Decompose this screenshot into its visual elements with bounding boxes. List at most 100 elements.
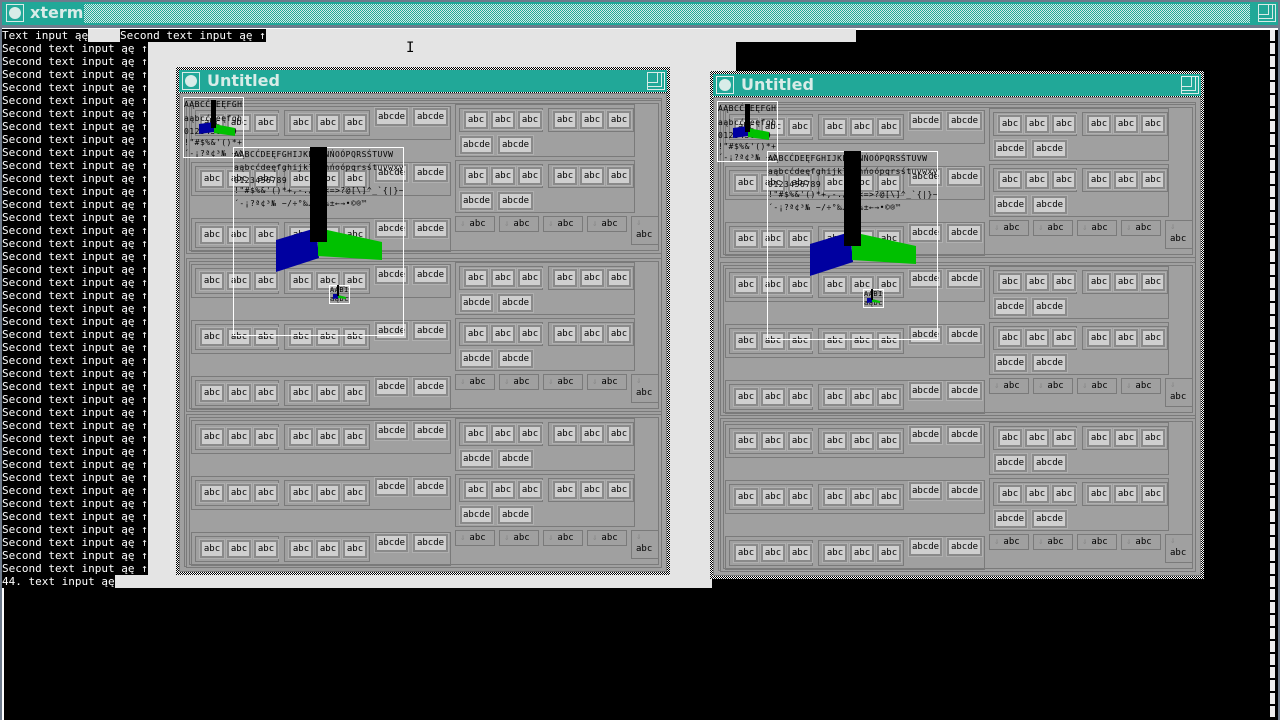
arrow-abc-button-tall[interactable]: ⇓ abc xyxy=(631,216,659,245)
abc-button[interactable]: abc xyxy=(552,480,578,500)
abc-button[interactable]: abc xyxy=(822,117,848,137)
arrow-abc-button[interactable]: ⇓ abc xyxy=(543,530,583,546)
abc-button[interactable]: abc xyxy=(997,484,1023,504)
abc-button[interactable]: abc xyxy=(1140,428,1166,448)
untitled-window-1[interactable]: Untitled abc abc abc abc abc abc abcde abcde abc a… xyxy=(176,67,670,575)
abc-button[interactable]: abc xyxy=(787,117,813,137)
abc-button[interactable]: abc xyxy=(253,427,279,447)
abc-button[interactable]: abc xyxy=(288,113,314,133)
abc-button[interactable]: abc xyxy=(733,487,759,507)
abc-button[interactable]: abc xyxy=(1024,170,1050,190)
abc-button[interactable]: abc xyxy=(342,383,368,403)
abcde-button[interactable]: abcde xyxy=(1031,139,1068,159)
abcde-button[interactable]: abcde xyxy=(412,163,449,183)
arrow-abc-button[interactable]: ⇓ abc xyxy=(1121,534,1161,550)
abc-button[interactable]: abc xyxy=(226,383,252,403)
abc-button[interactable]: abc xyxy=(733,331,759,351)
abc-button[interactable]: abc xyxy=(517,424,543,444)
abc-button[interactable]: abc xyxy=(1113,114,1139,134)
abc-button[interactable]: abc xyxy=(288,427,314,447)
abc-button[interactable]: abc xyxy=(1024,328,1050,348)
abcde-button[interactable]: abcde xyxy=(993,297,1028,317)
abcde-button[interactable]: abcde xyxy=(1031,195,1068,215)
abc-button[interactable]: abc xyxy=(552,424,578,444)
abcde-button[interactable]: abcde xyxy=(412,321,449,341)
abc-button[interactable]: abc xyxy=(463,268,489,288)
abc-button[interactable]: abc xyxy=(733,431,759,451)
abc-button[interactable]: abc xyxy=(606,424,632,444)
abcde-button[interactable]: abcde xyxy=(459,135,494,155)
abc-button[interactable]: abc xyxy=(1024,428,1050,448)
maximize-icon[interactable] xyxy=(647,72,665,90)
abc-button[interactable]: abc xyxy=(1140,272,1166,292)
abc-button[interactable]: abc xyxy=(552,166,578,186)
abc-button[interactable]: abc xyxy=(997,114,1023,134)
arrow-abc-button[interactable]: ⇓ abc xyxy=(1077,378,1117,394)
abc-button[interactable]: abc xyxy=(199,271,225,291)
arrow-abc-button[interactable]: ⇓ abc xyxy=(989,534,1029,550)
arrow-abc-button[interactable]: ⇓ abc xyxy=(1033,378,1073,394)
window-menu-icon[interactable] xyxy=(716,76,734,94)
abc-button[interactable]: abc xyxy=(787,431,813,451)
abc-button[interactable]: abc xyxy=(760,543,786,563)
abc-button[interactable]: abc xyxy=(517,166,543,186)
abc-button[interactable]: abc xyxy=(1140,114,1166,134)
arrow-abc-button[interactable]: ⇓ abc xyxy=(455,530,495,546)
abcde-button[interactable]: abcde xyxy=(946,167,983,187)
abc-button[interactable]: abc xyxy=(199,539,225,559)
abc-button[interactable]: abc xyxy=(199,383,225,403)
arrow-abc-button-tall[interactable]: ⇓ abc xyxy=(1165,378,1193,407)
abc-button[interactable]: abc xyxy=(1086,114,1112,134)
abc-button[interactable]: abc xyxy=(849,387,875,407)
abc-button[interactable]: abc xyxy=(579,268,605,288)
abc-button[interactable]: abc xyxy=(849,543,875,563)
abcde-button[interactable]: abcde xyxy=(412,533,449,553)
abcde-button[interactable]: abcde xyxy=(1031,297,1068,317)
abc-button[interactable]: abc xyxy=(760,387,786,407)
abc-button[interactable]: abc xyxy=(342,427,368,447)
abcde-button[interactable]: abcde xyxy=(946,425,983,445)
abc-button[interactable]: abc xyxy=(1024,484,1050,504)
abcde-button[interactable]: abcde xyxy=(459,449,494,469)
abc-button[interactable]: abc xyxy=(1051,428,1077,448)
abc-button[interactable]: abc xyxy=(199,427,225,447)
abc-button[interactable]: abc xyxy=(1051,484,1077,504)
abc-button[interactable]: abc xyxy=(517,110,543,130)
window-titlebar[interactable]: Untitled xyxy=(179,70,667,92)
abc-button[interactable]: abc xyxy=(606,268,632,288)
abc-button[interactable]: abc xyxy=(463,110,489,130)
abc-button[interactable]: abc xyxy=(876,487,902,507)
abc-button[interactable]: abc xyxy=(1113,170,1139,190)
abcde-button[interactable]: abcde xyxy=(993,195,1028,215)
abc-button[interactable]: abc xyxy=(463,424,489,444)
abcde-button[interactable]: abcde xyxy=(946,537,983,557)
arrow-abc-button-tall[interactable]: ⇓ abc xyxy=(1165,220,1193,249)
abc-button[interactable]: abc xyxy=(579,110,605,130)
abc-button[interactable]: abc xyxy=(1051,272,1077,292)
abc-button[interactable]: abc xyxy=(1086,428,1112,448)
abcde-button[interactable]: abcde xyxy=(412,107,449,127)
arrow-abc-button[interactable]: ⇓ abc xyxy=(1121,378,1161,394)
abcde-button[interactable]: abcde xyxy=(908,381,943,401)
abc-button[interactable]: abc xyxy=(822,487,848,507)
abcde-button[interactable]: abcde xyxy=(908,425,943,445)
abc-button[interactable]: abc xyxy=(876,117,902,137)
abc-button[interactable]: abc xyxy=(822,387,848,407)
arrow-abc-button[interactable]: ⇓ abc xyxy=(1077,220,1117,236)
abcde-button[interactable]: abcde xyxy=(459,293,494,313)
abc-button[interactable]: abc xyxy=(876,431,902,451)
abc-button[interactable]: abc xyxy=(1051,114,1077,134)
arrow-abc-button[interactable]: ⇓ abc xyxy=(543,374,583,390)
abc-button[interactable]: abc xyxy=(517,324,543,344)
abc-button[interactable]: abc xyxy=(1086,170,1112,190)
window-menu-icon[interactable] xyxy=(182,72,200,90)
abcde-button[interactable]: abcde xyxy=(374,377,409,397)
arrow-abc-button[interactable]: ⇓ abc xyxy=(1033,534,1073,550)
abc-button[interactable]: abc xyxy=(849,487,875,507)
abc-button[interactable]: abc xyxy=(552,324,578,344)
abc-button[interactable]: abc xyxy=(226,483,252,503)
abc-button[interactable]: abc xyxy=(822,543,848,563)
maximize-icon[interactable] xyxy=(1181,76,1199,94)
abcde-button[interactable]: abcde xyxy=(497,449,534,469)
abc-button[interactable]: abc xyxy=(1051,170,1077,190)
